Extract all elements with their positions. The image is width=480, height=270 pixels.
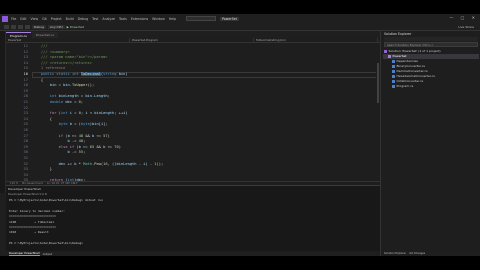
- solution-tree-item-label: DecimalConverter.cs: [396, 69, 428, 73]
- nav-project-dropdown[interactable]: PowerSet: [6, 38, 130, 42]
- solution-tree-item-label: Program.cs: [396, 84, 414, 88]
- solution-tree-item-label: Dependencies: [396, 59, 418, 63]
- solution-tree-item-label: HexadecimalConverter.cs: [396, 74, 435, 78]
- solution-tree-item-label: Solution 'PowerSet' (1 of 1 project): [388, 49, 441, 53]
- solution-tree-item-label: OctalConverter.cs: [396, 79, 424, 83]
- menu-analyze[interactable]: Analyze: [102, 17, 115, 21]
- csharp-file-icon: [392, 79, 395, 83]
- menu-test[interactable]: Test: [92, 17, 98, 21]
- solution-tree-item-label: PowerSet: [392, 54, 407, 58]
- csharp-file-icon: [392, 69, 395, 73]
- code-text-area[interactable]: /// /// <summary> /// <param name="bin">…: [32, 43, 380, 181]
- terminal-toolbar[interactable]: Developer PowerShell ▾ ⧉ ⚙: [8, 192, 47, 196]
- solution-explorer: Solution Explorer Search Solution Explor…: [380, 31, 480, 256]
- csharp-file-icon: [392, 84, 395, 88]
- code-line[interactable]: }: [32, 167, 52, 173]
- menu-window[interactable]: Window: [152, 17, 165, 21]
- document-tab-bar: Program.cs PowerSet.cs: [6, 31, 380, 38]
- solution-icon: [384, 49, 387, 53]
- csharp-file-icon: [392, 59, 395, 63]
- letterbox-top: [0, 0, 480, 14]
- menu-build[interactable]: Build: [66, 17, 74, 21]
- menu-view[interactable]: View: [31, 17, 39, 21]
- project-icon: [388, 54, 391, 58]
- solution-tree-item-label: BinaryConverter.cs: [396, 64, 425, 68]
- nav-member-dropdown[interactable]: ToDecimal(string bin): [254, 38, 378, 42]
- forward-icon[interactable]: [11, 24, 16, 29]
- solution-search-input[interactable]: Search Solution Explorer (Ctrl+;): [384, 42, 478, 47]
- nav-type-dropdown[interactable]: PowerSet.Program: [130, 38, 254, 42]
- terminal-line: 1100 → ToDecimal: [9, 219, 55, 224]
- solution-explorer-title: Solution Explorer: [384, 32, 412, 36]
- menu-tools[interactable]: Tools: [119, 17, 127, 21]
- terminal-line: 1010 → Result: [9, 230, 49, 235]
- terminal-line: PS C:\MyProjects\Code\PowerSet\bin\Debug…: [9, 241, 85, 246]
- csharp-file-icon: [392, 64, 395, 68]
- solution-tree-item[interactable]: Dependencies: [392, 59, 418, 64]
- back-icon[interactable]: [4, 24, 9, 29]
- menu-file[interactable]: File: [11, 17, 16, 21]
- menu-debug[interactable]: Debug: [78, 17, 88, 21]
- tab-git-changes[interactable]: Git Changes: [409, 252, 425, 255]
- solution-tree-item[interactable]: PowerSet: [383, 54, 479, 59]
- window-controls[interactable]: — □ ✕: [449, 15, 478, 20]
- code-line[interactable]: b -= 55;: [32, 150, 86, 156]
- menu-extensions[interactable]: Extensions: [131, 17, 148, 21]
- solution-tree-item[interactable]: DecimalConverter.cs: [392, 69, 428, 74]
- save-icon[interactable]: [18, 24, 23, 29]
- menu-project[interactable]: Project: [51, 17, 62, 21]
- solution-tree-item[interactable]: Program.cs: [392, 84, 413, 89]
- solution-tree-item[interactable]: Solution 'PowerSet' (1 of 1 project): [384, 49, 441, 54]
- vs-logo-icon: [2, 15, 8, 22]
- terminal-line: Enter binary to decimal number:: [9, 208, 65, 213]
- ide-window: File Edit View Git Project Build Debug T…: [0, 14, 480, 256]
- code-line[interactable]: byte b = (byte)bin[i];: [32, 122, 108, 128]
- line-number-gutter: 11 12 13 14 15 16 17 18 19 20 21 22 23 24 25 26 27 28 29 30…: [6, 43, 32, 181]
- solution-name-badge: PowerSet: [220, 16, 239, 21]
- terminal-title: Developer PowerShell: [8, 187, 41, 191]
- live-share-button[interactable]: Live Share: [458, 25, 474, 29]
- menu-edit[interactable]: Edit: [20, 17, 26, 21]
- global-search-input[interactable]: [186, 16, 216, 21]
- terminal-panel[interactable]: Developer PowerShell Developer PowerShel…: [6, 185, 380, 256]
- tab-output[interactable]: Output: [43, 252, 53, 256]
- run-button[interactable]: ▶ PowerSet: [67, 25, 84, 29]
- undo-icon[interactable]: [25, 24, 30, 29]
- terminal-line: PS C:\MyProjects\Code\PowerSet\bin\Debug…: [9, 198, 103, 202]
- code-line[interactable]: public static int ToDecimal(string bin): [32, 72, 128, 78]
- platform-select[interactable]: Any CPU: [47, 24, 65, 29]
- solution-tree-item[interactable]: OctalConverter.cs: [392, 79, 423, 84]
- tab-solution-explorer[interactable]: Solution Explorer: [384, 252, 406, 255]
- csharp-file-icon: [392, 74, 395, 78]
- config-select[interactable]: Debug: [32, 24, 46, 29]
- menu-bar: File Edit View Git Project Build Debug T…: [0, 14, 480, 23]
- menu-help[interactable]: Help: [169, 17, 176, 21]
- letterbox-bottom: [0, 256, 480, 270]
- code-editor[interactable]: 11 12 13 14 15 16 17 18 19 20 21 22 23 24 25 26 27 28 29 30…: [6, 43, 380, 181]
- terminal-line: ==========================: [9, 225, 56, 229]
- solution-explorer-toolbar[interactable]: [384, 37, 478, 41]
- code-line[interactable]: bin = bin.ToUpper();: [32, 83, 94, 89]
- menu-git[interactable]: Git: [42, 17, 47, 21]
- toolbar: Debug Any CPU ▶ PowerSet Live Share: [0, 23, 480, 31]
- scrollbar-thumb[interactable]: [377, 63, 379, 103]
- solution-tree-item[interactable]: HexadecimalConverter.cs: [392, 74, 435, 79]
- terminal-line: ==========================: [9, 214, 56, 219]
- solution-tree-item[interactable]: BinaryConverter.cs: [392, 64, 425, 69]
- code-line[interactable]: double dec = 0;: [32, 100, 83, 106]
